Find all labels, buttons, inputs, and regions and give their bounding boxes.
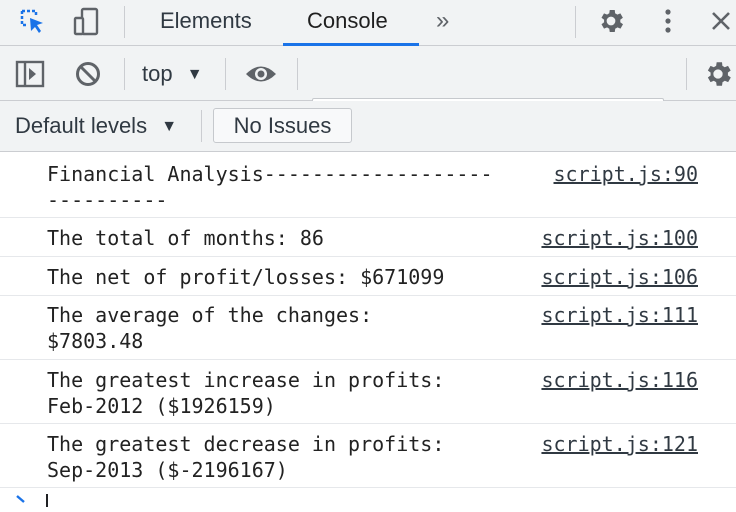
source-link[interactable]: script.js:111 xyxy=(541,302,698,328)
source-link[interactable]: script.js:116 xyxy=(541,367,698,393)
context-selector[interactable]: top ▼ xyxy=(142,59,203,92)
message-text: The greatest decrease in profits: Sep-20… xyxy=(47,432,445,482)
console-prompt-chevron-icon xyxy=(14,494,28,512)
source-link[interactable]: script.js:121 xyxy=(541,431,698,457)
tab-elements[interactable]: Elements xyxy=(160,0,252,46)
console-message: The greatest increase in profits: Feb-20… xyxy=(0,360,736,424)
console-message: The average of the changes: $7803.48 scr… xyxy=(0,296,736,360)
source-link[interactable]: script.js:106 xyxy=(541,264,698,290)
console-toolbar: top ▼ xyxy=(0,46,736,140)
log-levels-dropdown[interactable]: Default levels ▼ xyxy=(15,111,177,144)
chevron-down-icon: ▼ xyxy=(161,118,178,135)
console-message: The greatest decrease in profits: Sep-20… xyxy=(0,424,736,488)
console-message: Financial Analysis------------------- --… xyxy=(0,152,736,218)
tabbar-separator xyxy=(124,6,125,38)
source-link[interactable]: script.js:100 xyxy=(541,225,698,251)
context-label: top xyxy=(142,61,173,86)
toolbar-separator-4 xyxy=(686,58,687,90)
console-output: Financial Analysis------------------- --… xyxy=(0,152,736,507)
toolbar-separator-2 xyxy=(225,58,226,90)
more-tabs-button[interactable]: » xyxy=(436,0,449,46)
message-text: The greatest increase in profits: Feb-20… xyxy=(47,368,445,418)
toolbar-separator-5 xyxy=(201,110,202,142)
console-settings-gear-icon[interactable] xyxy=(702,57,736,91)
more-options-icon[interactable] xyxy=(656,4,680,38)
message-text: The net of profit/losses: $671099 xyxy=(47,265,445,289)
message-text: The total of months: 86 xyxy=(47,226,324,250)
show-sidebar-icon[interactable] xyxy=(13,58,47,90)
console-input-cursor[interactable] xyxy=(46,494,48,507)
tabbar-separator-right xyxy=(575,6,576,38)
inspect-element-icon[interactable] xyxy=(14,6,50,36)
console-message: The total of months: 86 script.js:100 xyxy=(0,218,736,257)
issues-button[interactable]: No Issues xyxy=(213,108,352,143)
live-expression-eye-icon[interactable] xyxy=(242,60,280,88)
devtools-tab-bar: Elements Console » xyxy=(0,0,736,46)
console-message: The net of profit/losses: $671099 script… xyxy=(0,257,736,296)
message-text: Financial Analysis------------------- --… xyxy=(47,162,493,212)
toolbar-separator xyxy=(124,58,125,90)
tab-console[interactable]: Console xyxy=(307,0,388,46)
settings-gear-icon[interactable] xyxy=(594,4,628,38)
log-levels-label: Default levels xyxy=(15,113,148,138)
toolbar-separator-3 xyxy=(297,58,298,90)
console-toolbar-levels: Default levels ▼ xyxy=(0,101,736,152)
close-icon[interactable] xyxy=(706,4,736,38)
message-text: The average of the changes: $7803.48 xyxy=(47,303,373,353)
device-toolbar-icon[interactable] xyxy=(70,6,104,38)
chevron-down-icon: ▼ xyxy=(186,66,203,83)
clear-console-icon[interactable] xyxy=(72,58,104,90)
source-link[interactable]: script.js:90 xyxy=(554,161,699,187)
